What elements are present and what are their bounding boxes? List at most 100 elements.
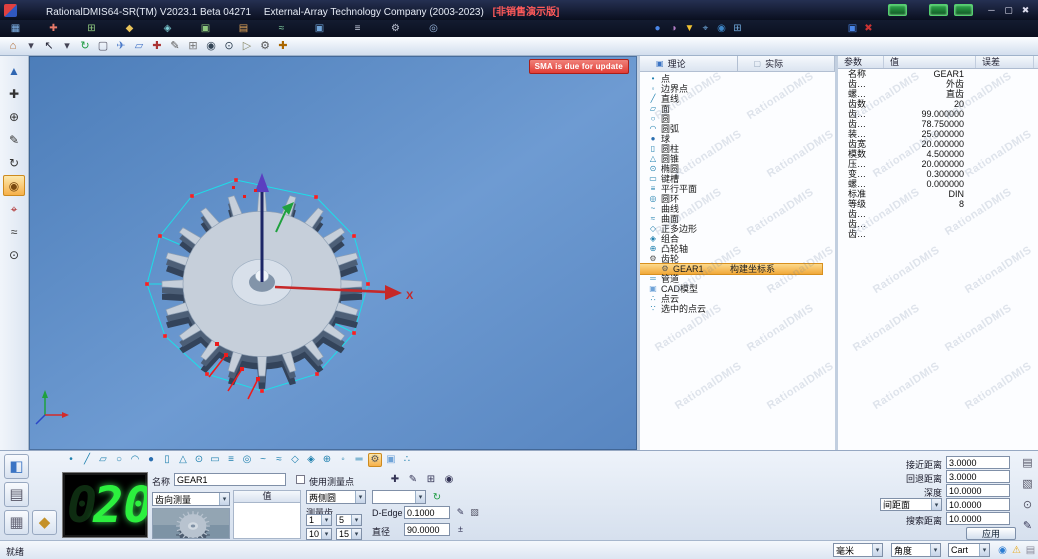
scan-icon[interactable]: ≈ bbox=[3, 221, 25, 242]
param-row[interactable]: 齿… 99.000000 bbox=[838, 109, 1038, 119]
maximize-icon[interactable]: ▢ bbox=[1000, 3, 1017, 17]
tree-item[interactable]: ● 球 bbox=[640, 134, 835, 144]
view-opt-icon[interactable]: ◉ bbox=[442, 473, 456, 487]
tree-item[interactable]: ▭ 键槽 bbox=[640, 174, 835, 184]
tolerance-icon[interactable]: ± bbox=[454, 523, 467, 536]
close-win-icon[interactable]: ✖ bbox=[1017, 3, 1034, 17]
view-cube-icon[interactable]: ◧ bbox=[4, 454, 29, 479]
stylus-icon[interactable]: ✎ bbox=[3, 129, 25, 150]
distance-input[interactable] bbox=[946, 456, 1010, 469]
apply-button[interactable]: 应用 bbox=[966, 527, 1016, 540]
tree-item[interactable]: ◦ 边界点 bbox=[640, 84, 835, 94]
drawer-icon[interactable]: ▦ bbox=[4, 510, 29, 535]
direction-measure-select[interactable]: 齿向测量 ▾ bbox=[152, 492, 230, 506]
tab-actual[interactable]: ▢ 实际 bbox=[738, 56, 835, 71]
combine-icon[interactable]: ◈ bbox=[304, 453, 318, 467]
tree-item[interactable]: ◇ 正多边形 bbox=[640, 224, 835, 234]
sphere-icon[interactable]: ● bbox=[144, 453, 158, 467]
param-col-header[interactable]: 值 bbox=[884, 56, 976, 68]
construct-icon[interactable]: ◈ bbox=[160, 21, 175, 36]
tree-item[interactable]: ∵ 选中的点云 bbox=[640, 304, 835, 314]
param-col-header[interactable]: 误差 bbox=[976, 56, 1034, 68]
tree-item[interactable]: ▯ 圆柱 bbox=[640, 144, 835, 154]
magnifier-icon[interactable]: ⊙ bbox=[221, 38, 237, 54]
edit-icon[interactable]: ✎ bbox=[1020, 519, 1035, 534]
name-input[interactable] bbox=[174, 473, 286, 486]
probe-tool-icon[interactable]: ✚ bbox=[149, 38, 165, 54]
boundary-point-icon[interactable]: ◦ bbox=[336, 453, 350, 467]
point-cloud-icon[interactable]: ∴ bbox=[400, 453, 414, 467]
distance-input[interactable] bbox=[946, 512, 1010, 525]
refresh-icon[interactable]: ↻ bbox=[77, 38, 93, 54]
target-icon[interactable]: ⊙ bbox=[3, 244, 25, 265]
cad-icon[interactable]: ▣ bbox=[384, 453, 398, 467]
diameter-input[interactable] bbox=[404, 523, 450, 536]
tree-item[interactable]: • 点 bbox=[640, 74, 835, 84]
param-row[interactable]: 压… 20.000000 bbox=[838, 159, 1038, 169]
param-col-header[interactable]: 参数 bbox=[838, 56, 884, 68]
controller-monitor-icon[interactable] bbox=[954, 4, 973, 16]
tree-item[interactable]: ⊕ 凸轮轴 bbox=[640, 244, 835, 254]
capture-icon[interactable]: ◉ bbox=[3, 175, 25, 196]
notify-icon[interactable]: ◉ bbox=[996, 544, 1009, 557]
coordinate-select[interactable]: Cart ▾ bbox=[948, 543, 990, 557]
tree-item-gear1[interactable]: ⚙ GEAR1 构建坐标系 bbox=[640, 263, 823, 275]
pencil-icon[interactable]: ✎ bbox=[167, 38, 183, 54]
calibrate-icon[interactable]: ◆ bbox=[32, 510, 57, 535]
sensor-icon[interactable]: ⊕ bbox=[3, 106, 25, 127]
tree-item[interactable]: ╱ 直线 bbox=[640, 94, 835, 104]
side-mode-select[interactable]: 两侧圆 ▾ bbox=[306, 490, 366, 504]
tree-item[interactable]: ⚙ 齿轮 bbox=[640, 254, 835, 264]
filter-icon[interactable]: ▼ bbox=[682, 21, 697, 36]
tree-item[interactable]: ≈ 曲面 bbox=[640, 214, 835, 224]
param-row[interactable]: 螺… 0.000000 bbox=[838, 179, 1038, 189]
pipe-icon[interactable]: ═ bbox=[352, 453, 366, 467]
param-row[interactable]: 齿数 20 bbox=[838, 99, 1038, 109]
arc-icon[interactable]: ◠ bbox=[128, 453, 142, 467]
eye-icon[interactable]: ◉ bbox=[714, 21, 729, 36]
tools-icon[interactable]: ⚙ bbox=[388, 21, 403, 36]
ruler-icon[interactable]: ⊞ bbox=[185, 38, 201, 54]
param-row[interactable]: 齿… 外齿 bbox=[838, 79, 1038, 89]
param-row[interactable]: 名称 GEAR1 bbox=[838, 69, 1038, 79]
scroll-up-icon[interactable]: ▲ bbox=[3, 60, 25, 81]
minimize-icon[interactable]: ─ bbox=[983, 3, 1000, 17]
update-badge[interactable]: SMA is due for update bbox=[528, 59, 629, 74]
angle-select[interactable]: 角度 ▾ bbox=[891, 543, 941, 557]
spacing-plane-select[interactable]: 间距面 ▾ bbox=[880, 498, 942, 511]
tooth-spinner[interactable]: 5 ▾ bbox=[336, 514, 362, 526]
slot-icon[interactable]: ▭ bbox=[208, 453, 222, 467]
cone-icon[interactable]: △ bbox=[176, 453, 190, 467]
probe-select[interactable]: ▾ bbox=[372, 490, 426, 504]
value-list[interactable] bbox=[233, 503, 301, 539]
dedge-input[interactable] bbox=[404, 506, 450, 519]
param-row[interactable]: 齿… bbox=[838, 219, 1038, 229]
probe-monitor-icon[interactable] bbox=[929, 4, 948, 16]
polygon-icon[interactable]: ◇ bbox=[288, 453, 302, 467]
viewport-3d[interactable]: X SMA is due for update bbox=[29, 56, 637, 450]
param-row[interactable]: 螺… 直齿 bbox=[838, 89, 1038, 99]
surface-icon[interactable]: ≈ bbox=[272, 453, 286, 467]
edit-icon[interactable]: ✎ bbox=[454, 506, 467, 519]
machine-icon[interactable]: ▦ bbox=[8, 21, 23, 36]
report-icon[interactable]: ▤ bbox=[236, 21, 251, 36]
vector-icon[interactable]: ✚ bbox=[388, 473, 402, 487]
plane-icon[interactable]: ▱ bbox=[96, 453, 110, 467]
print-icon[interactable]: ▤ bbox=[1020, 456, 1035, 471]
tree-item[interactable]: ◎ 圆环 bbox=[640, 194, 835, 204]
circle-icon[interactable]: ○ bbox=[112, 453, 126, 467]
curve-icon[interactable]: ~ bbox=[256, 453, 270, 467]
tree-item[interactable]: ≡ 平行平面 bbox=[640, 184, 835, 194]
param-row[interactable]: 等级 8 bbox=[838, 199, 1038, 209]
tree-item[interactable]: ▣ CAD模型 bbox=[640, 284, 835, 294]
parallel-planes-icon[interactable]: ≡ bbox=[224, 453, 238, 467]
home-icon[interactable]: ⌂ bbox=[5, 38, 21, 54]
param-row[interactable]: 齿… 78.750000 bbox=[838, 119, 1038, 129]
pin-icon[interactable]: ⌖ bbox=[698, 21, 713, 36]
coordinate-sys-icon[interactable]: ⊞ bbox=[424, 473, 438, 487]
marquee-icon[interactable]: ▢ bbox=[95, 38, 111, 54]
warning-icon[interactable]: ⚠ bbox=[1010, 544, 1023, 557]
param-row[interactable]: 装… 25.000000 bbox=[838, 129, 1038, 139]
param-row[interactable]: 变… 0.300000 bbox=[838, 169, 1038, 179]
param-row[interactable]: 齿宽 20.000000 bbox=[838, 139, 1038, 149]
